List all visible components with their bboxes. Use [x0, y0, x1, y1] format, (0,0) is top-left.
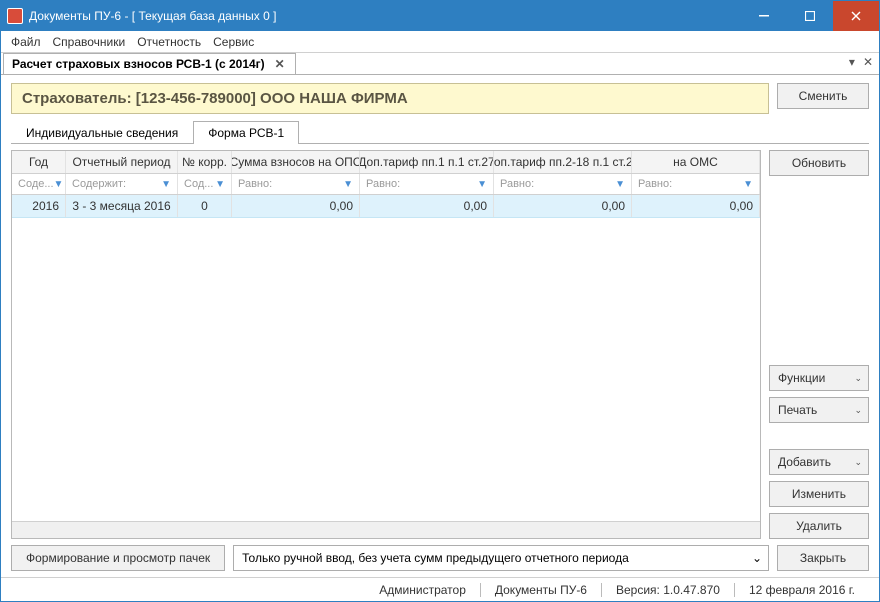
chevron-down-icon: ⌄ — [752, 551, 762, 565]
cell-period: 3 - 3 месяца 2016 — [66, 195, 178, 217]
grid-header-row: Год Отчетный период № корр. Сумма взносо… — [12, 151, 760, 174]
filter-icon: ▼ — [161, 179, 171, 190]
content-area: Страхователь: [123-456-789000] ООО НАША … — [1, 75, 879, 577]
document-tab-menu-icon[interactable]: ▾ — [849, 55, 855, 69]
table-row[interactable]: 2016 3 - 3 месяца 2016 0 0,00 0,00 0,00 … — [12, 195, 760, 218]
filter-icon: ▼ — [615, 179, 625, 190]
grid-body[interactable]: 2016 3 - 3 месяца 2016 0 0,00 0,00 0,00 … — [12, 195, 760, 521]
chevron-down-icon: ⌄ — [854, 373, 862, 384]
filter-period[interactable]: Содержит:▼ — [66, 174, 178, 194]
close-panel-button[interactable]: Закрыть — [777, 545, 869, 571]
status-user: Администратор — [365, 583, 480, 597]
filter-icon: ▼ — [477, 179, 487, 190]
statusbar: Администратор Документы ПУ-6 Версия: 1.0… — [1, 577, 879, 601]
col-korr[interactable]: № корр. — [178, 151, 232, 173]
titlebar[interactable]: Документы ПУ-6 - [ Текущая база данных 0… — [1, 1, 879, 31]
filter-icon: ▼ — [343, 179, 353, 190]
menu-reports[interactable]: Отчетность — [131, 33, 207, 51]
status-product: Документы ПУ-6 — [480, 583, 601, 597]
insurer-label: Страхователь: [123-456-789000] ООО НАША … — [11, 83, 769, 114]
document-tab[interactable]: Расчет страховых взносов РСВ-1 (с 2014г)… — [3, 53, 296, 74]
col-dop2[interactable]: Доп.тариф пп.2-18 п.1 ст.27 — [494, 151, 632, 173]
cell-year: 2016 — [12, 195, 66, 217]
col-dop1[interactable]: Доп.тариф пп.1 п.1 ст.27 — [360, 151, 494, 173]
col-oms[interactable]: на ОМС — [632, 151, 760, 173]
add-button[interactable]: Добавить⌄ — [769, 449, 869, 475]
cell-dop1: 0,00 — [360, 195, 494, 217]
change-button[interactable]: Сменить — [777, 83, 869, 109]
edit-button[interactable]: Изменить — [769, 481, 869, 507]
cell-ops: 0,00 — [232, 195, 360, 217]
document-tab-close-all-icon[interactable]: ✕ — [863, 55, 873, 69]
input-mode-value: Только ручной ввод, без учета сумм преды… — [242, 551, 629, 565]
menu-service[interactable]: Сервис — [207, 33, 260, 51]
filter-dop1[interactable]: Равно:▼ — [360, 174, 494, 194]
filter-ops[interactable]: Равно:▼ — [232, 174, 360, 194]
data-grid: Год Отчетный период № корр. Сумма взносо… — [11, 150, 761, 539]
status-version: Версия: 1.0.47.870 — [601, 583, 734, 597]
app-window: Документы ПУ-6 - [ Текущая база данных 0… — [0, 0, 880, 602]
chevron-down-icon: ⌄ — [854, 405, 862, 416]
print-button[interactable]: Печать⌄ — [769, 397, 869, 423]
delete-button[interactable]: Удалить — [769, 513, 869, 539]
menubar: Файл Справочники Отчетность Сервис — [1, 31, 879, 53]
filter-icon: ▼ — [743, 179, 753, 190]
filter-icon: ▼ — [215, 179, 225, 190]
filter-oms[interactable]: Равно:▼ — [632, 174, 760, 194]
refresh-button[interactable]: Обновить — [769, 150, 869, 176]
filter-dop2[interactable]: Равно:▼ — [494, 174, 632, 194]
col-period[interactable]: Отчетный период — [66, 151, 178, 173]
input-mode-select[interactable]: Только ручной ввод, без учета сумм преды… — [233, 545, 769, 571]
grid-filter-row: Соде...▼ Содержит:▼ Сод...▼ Равно:▼ Равн… — [12, 174, 760, 195]
tab-form-rsv1[interactable]: Форма РСВ-1 — [193, 121, 299, 144]
minimize-button[interactable] — [741, 1, 787, 31]
cell-korr: 0 — [178, 195, 232, 217]
maximize-button[interactable] — [787, 1, 833, 31]
menu-file[interactable]: Файл — [5, 33, 47, 51]
cell-oms: 0,00 — [632, 195, 760, 217]
main-row: Год Отчетный период № корр. Сумма взносо… — [11, 150, 869, 539]
document-tabbar: Расчет страховых взносов РСВ-1 (с 2014г)… — [1, 53, 879, 75]
tab-individual[interactable]: Индивидуальные сведения — [11, 121, 193, 144]
insurer-row: Страхователь: [123-456-789000] ООО НАША … — [11, 83, 869, 114]
window-title: Документы ПУ-6 - [ Текущая база данных 0… — [29, 9, 741, 23]
form-preview-button[interactable]: Формирование и просмотр пачек — [11, 545, 225, 571]
sub-tabs: Индивидуальные сведения Форма РСВ-1 — [11, 120, 869, 144]
filter-icon: ▼ — [54, 179, 64, 190]
menu-refs[interactable]: Справочники — [47, 33, 132, 51]
cell-dop2: 0,00 — [494, 195, 632, 217]
close-button[interactable] — [833, 1, 879, 31]
app-icon — [7, 8, 23, 24]
window-controls — [741, 1, 879, 31]
document-tab-close-icon[interactable]: ✕ — [273, 57, 287, 71]
col-ops[interactable]: Сумма взносов на ОПС — [232, 151, 360, 173]
status-date: 12 февраля 2016 г. — [734, 583, 869, 597]
side-buttons: Обновить Функции⌄ Печать⌄ Добавить⌄ Изме… — [769, 150, 869, 539]
chevron-down-icon: ⌄ — [854, 457, 862, 468]
col-year[interactable]: Год — [12, 151, 66, 173]
bottom-row: Формирование и просмотр пачек Только руч… — [11, 545, 869, 571]
filter-year[interactable]: Соде...▼ — [12, 174, 66, 194]
functions-button[interactable]: Функции⌄ — [769, 365, 869, 391]
horizontal-scrollbar[interactable] — [12, 521, 760, 538]
filter-korr[interactable]: Сод...▼ — [178, 174, 232, 194]
document-tab-title: Расчет страховых взносов РСВ-1 (с 2014г) — [12, 57, 265, 71]
